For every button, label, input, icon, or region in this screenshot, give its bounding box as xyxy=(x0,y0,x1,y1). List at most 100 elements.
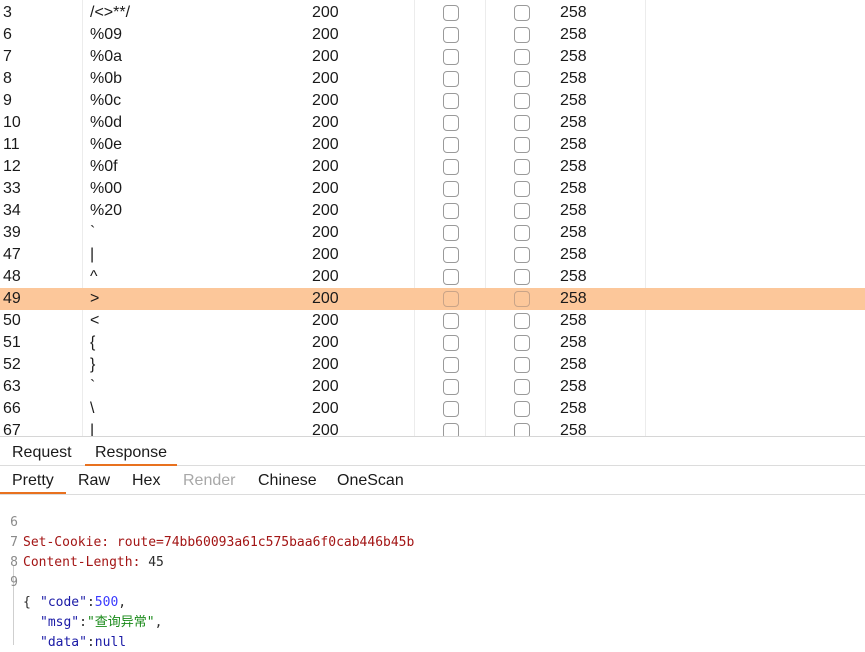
error-checkbox[interactable] xyxy=(443,71,459,87)
error-checkbox[interactable] xyxy=(443,225,459,241)
error-checkbox[interactable] xyxy=(443,27,459,43)
timeout-checkbox[interactable] xyxy=(514,203,530,219)
request-number-cell: 33 xyxy=(3,180,21,197)
table-row[interactable]: 50 <200 258 xyxy=(0,310,865,332)
table-row[interactable]: 48 ^ 200 258 xyxy=(0,266,865,288)
timeout-checkbox[interactable] xyxy=(514,49,530,65)
error-checkbox[interactable] xyxy=(443,5,459,21)
timeout-checkbox[interactable] xyxy=(514,115,530,131)
error-checkbox[interactable] xyxy=(443,181,459,197)
status-code-cell: 200 xyxy=(312,290,339,307)
payload-cell: ^ xyxy=(90,268,98,285)
tab-chinese[interactable]: Chinese xyxy=(258,466,317,494)
table-row[interactable]: 49 >200 258 xyxy=(0,288,865,310)
table-row[interactable]: 51 {200 258 xyxy=(0,332,865,354)
error-checkbox[interactable] xyxy=(443,379,459,395)
table-row[interactable]: 33 %00 200 258 xyxy=(0,178,865,200)
length-cell: 258 xyxy=(560,136,587,153)
tab-onescan[interactable]: OneScan xyxy=(337,466,404,494)
table-row[interactable]: 12 %0f 200 258 xyxy=(0,156,865,178)
request-number-cell: 51 xyxy=(3,334,21,351)
error-checkbox[interactable] xyxy=(443,269,459,285)
payload-cell: %0a xyxy=(90,48,123,65)
error-checkbox[interactable] xyxy=(443,115,459,131)
error-checkbox[interactable] xyxy=(443,335,459,351)
error-checkbox[interactable] xyxy=(443,401,459,417)
table-row[interactable]: 52} 200 258 xyxy=(0,354,865,376)
length-cell: 258 xyxy=(560,400,587,417)
table-row[interactable]: 39 ` 200 258 xyxy=(0,222,865,244)
timeout-checkbox[interactable] xyxy=(514,291,530,307)
timeout-checkbox[interactable] xyxy=(514,247,530,263)
tab-response[interactable]: Response xyxy=(85,437,178,466)
timeout-checkbox[interactable] xyxy=(514,93,530,109)
payload-cell: %09 xyxy=(90,26,123,43)
payload-cell: > xyxy=(90,290,100,307)
error-checkbox[interactable] xyxy=(443,159,459,175)
status-code-cell: 200 xyxy=(312,136,339,153)
table-row[interactable]: 6 %09 200 258 xyxy=(0,24,865,46)
timeout-checkbox[interactable] xyxy=(514,5,530,21)
timeout-checkbox[interactable] xyxy=(514,335,530,351)
error-checkbox[interactable] xyxy=(443,49,459,65)
timeout-checkbox[interactable] xyxy=(514,313,530,329)
length-cell: 258 xyxy=(560,246,587,263)
request-number-cell: 6 xyxy=(3,26,12,43)
table-row[interactable]: 47 | 200 258 xyxy=(0,244,865,266)
table-row[interactable]: 7 %0a 200 258 xyxy=(0,46,865,68)
error-checkbox[interactable] xyxy=(443,247,459,263)
editor-line: 7 Content-Length: 45 xyxy=(0,513,865,570)
table-row[interactable]: 10 %0d 200 258 xyxy=(0,112,865,134)
tab-raw[interactable]: Raw xyxy=(78,466,110,494)
payload-cell: %00 xyxy=(90,180,123,197)
status-code-cell: 200 xyxy=(312,400,339,417)
timeout-checkbox[interactable] xyxy=(514,357,530,373)
table-row[interactable]: 63 ` 200 258 xyxy=(0,376,865,398)
error-checkbox[interactable] xyxy=(443,423,459,436)
timeout-checkbox[interactable] xyxy=(514,159,530,175)
error-checkbox[interactable] xyxy=(443,203,459,219)
table-row[interactable]: 9 %0c 200 258 xyxy=(0,90,865,112)
timeout-checkbox[interactable] xyxy=(514,423,530,436)
status-code-cell: 200 xyxy=(312,92,339,109)
table-row[interactable]: 34 %20 200 258 xyxy=(0,200,865,222)
table-row[interactable]: 3 /<>**/ 200 258 xyxy=(0,2,865,24)
status-code-cell: 200 xyxy=(312,246,339,263)
error-checkbox[interactable] xyxy=(443,93,459,109)
editor-line: } xyxy=(0,629,865,652)
timeout-checkbox[interactable] xyxy=(514,137,530,153)
error-checkbox[interactable] xyxy=(443,357,459,373)
error-checkbox[interactable] xyxy=(443,137,459,153)
tab-request[interactable]: Request xyxy=(12,437,72,466)
request-number-cell: 63 xyxy=(3,378,21,395)
message-tab-bar: Request Response xyxy=(0,436,865,466)
table-row[interactable]: 66 \ 200 258 xyxy=(0,398,865,420)
tab-render[interactable]: Render xyxy=(183,466,235,494)
timeout-checkbox[interactable] xyxy=(514,71,530,87)
payload-cell: \ xyxy=(90,400,95,417)
table-row[interactable]: 8 %0b 200 258 xyxy=(0,68,865,90)
tab-hex[interactable]: Hex xyxy=(132,466,160,494)
timeout-checkbox[interactable] xyxy=(514,401,530,417)
request-number-cell: 10 xyxy=(3,114,21,131)
timeout-checkbox[interactable] xyxy=(514,379,530,395)
error-checkbox[interactable] xyxy=(443,313,459,329)
request-number-cell: 47 xyxy=(3,246,21,263)
editor-line: 6 Set-Cookie: route=74bb60093a61c575baa6… xyxy=(0,493,865,550)
editor-line: 8 xyxy=(0,533,865,570)
payload-cell: %0f xyxy=(90,158,118,175)
timeout-checkbox[interactable] xyxy=(514,27,530,43)
tab-pretty[interactable]: Pretty xyxy=(0,466,66,494)
timeout-checkbox[interactable] xyxy=(514,269,530,285)
length-cell: 258 xyxy=(560,114,587,131)
length-cell: 258 xyxy=(560,4,587,21)
response-editor[interactable]: 6 Set-Cookie: route=74bb60093a61c575baa6… xyxy=(0,495,865,652)
status-code-cell: 200 xyxy=(312,356,339,373)
error-checkbox[interactable] xyxy=(443,291,459,307)
length-cell: 258 xyxy=(560,48,587,65)
payload-cell: ` xyxy=(90,378,96,395)
timeout-checkbox[interactable] xyxy=(514,225,530,241)
table-row[interactable]: 11 %0e 200 258 xyxy=(0,134,865,156)
table-row[interactable]: 67 | 200 258 xyxy=(0,420,865,436)
timeout-checkbox[interactable] xyxy=(514,181,530,197)
